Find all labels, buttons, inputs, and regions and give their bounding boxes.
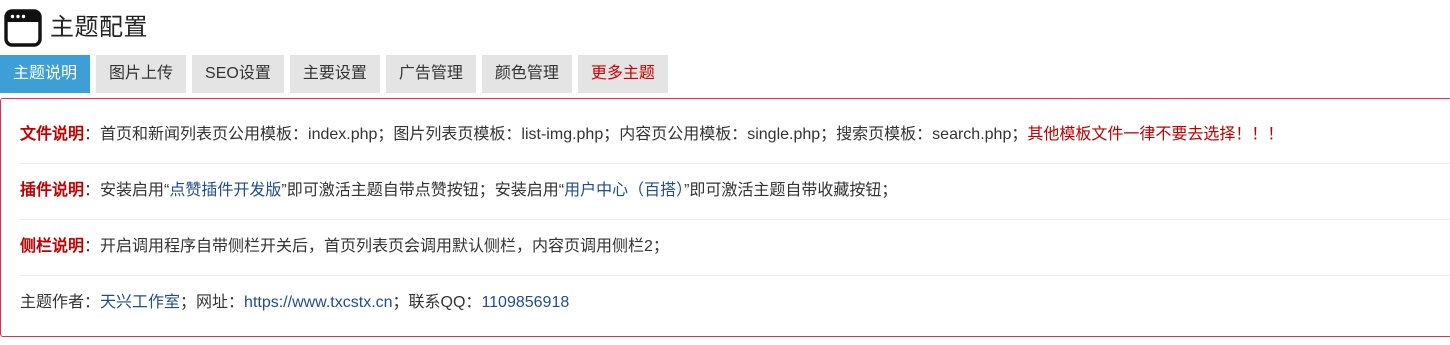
plugin-description-separator: ： <box>84 182 101 199</box>
website-prefix: ；网址： <box>180 294 245 311</box>
page-header: 主题配置 <box>4 9 148 47</box>
file-description-label: 文件说明 <box>20 126 85 143</box>
tab-theme-description[interactable]: 主题说明 <box>0 55 91 93</box>
sidebar-description-label: 侧栏说明 <box>20 238 85 255</box>
description-panel: 文件说明：首页和新闻列表页公用模板：index.php；图片列表页模板：list… <box>0 98 1450 337</box>
author-info-row: 主题作者：天兴工作室；网址：https://www.txcstx.cn；联系QQ… <box>20 275 1450 331</box>
tab-bar: 主题说明 图片上传 SEO设置 主要设置 广告管理 颜色管理 更多主题 <box>0 55 674 93</box>
sidebar-description-row: 侧栏说明：开启调用程序自带侧栏开关后，首页列表页会调用默认侧栏，内容页调用侧栏2… <box>20 219 1450 276</box>
plugin-description-label: 插件说明 <box>20 182 85 199</box>
website-link[interactable]: https://www.txcstx.cn <box>244 294 392 311</box>
plugin-description-text-1: 安装启用“ <box>100 182 170 199</box>
like-plugin-link[interactable]: 点赞插件开发版 <box>169 182 281 199</box>
tab-seo-settings[interactable]: SEO设置 <box>192 55 284 93</box>
author-name-link[interactable]: 天兴工作室 <box>100 294 180 311</box>
tab-more-themes[interactable]: 更多主题 <box>577 55 668 93</box>
file-description-warning: 其他模板文件一律不要去选择！！！ <box>1027 126 1284 143</box>
qq-prefix: ；联系QQ： <box>392 294 482 311</box>
tab-main-settings[interactable]: 主要设置 <box>289 55 380 93</box>
plugin-description-text-2: ”即可激活主题自带点赞按钮；安装启用“ <box>281 182 565 199</box>
user-center-plugin-link[interactable]: 用户中心（百搭） <box>564 182 684 199</box>
theme-config-page: 主题配置 主题说明 图片上传 SEO设置 主要设置 广告管理 颜色管理 更多主题… <box>0 0 1450 345</box>
qq-number-link[interactable]: 1109856918 <box>481 294 569 311</box>
page-title: 主题配置 <box>50 14 148 41</box>
tab-image-upload[interactable]: 图片上传 <box>96 55 187 93</box>
author-prefix: 主题作者： <box>20 294 101 311</box>
file-description-separator: ： <box>84 126 101 143</box>
file-description-text: 首页和新闻列表页公用模板：index.php；图片列表页模板：list-img.… <box>100 126 1028 143</box>
window-icon <box>4 9 42 47</box>
file-description-row: 文件说明：首页和新闻列表页公用模板：index.php；图片列表页模板：list… <box>20 107 1450 164</box>
sidebar-description-separator: ： <box>84 238 101 255</box>
tab-color-management[interactable]: 颜色管理 <box>481 55 572 93</box>
sidebar-description-text: 开启调用程序自带侧栏开关后，首页列表页会调用默认侧栏，内容页调用侧栏2； <box>100 238 669 255</box>
tab-ad-management[interactable]: 广告管理 <box>385 55 476 93</box>
plugin-description-row: 插件说明：安装启用“点赞插件开发版”即可激活主题自带点赞按钮；安装启用“用户中心… <box>20 163 1450 220</box>
plugin-description-text-3: ”即可激活主题自带收藏按钮； <box>684 182 898 199</box>
